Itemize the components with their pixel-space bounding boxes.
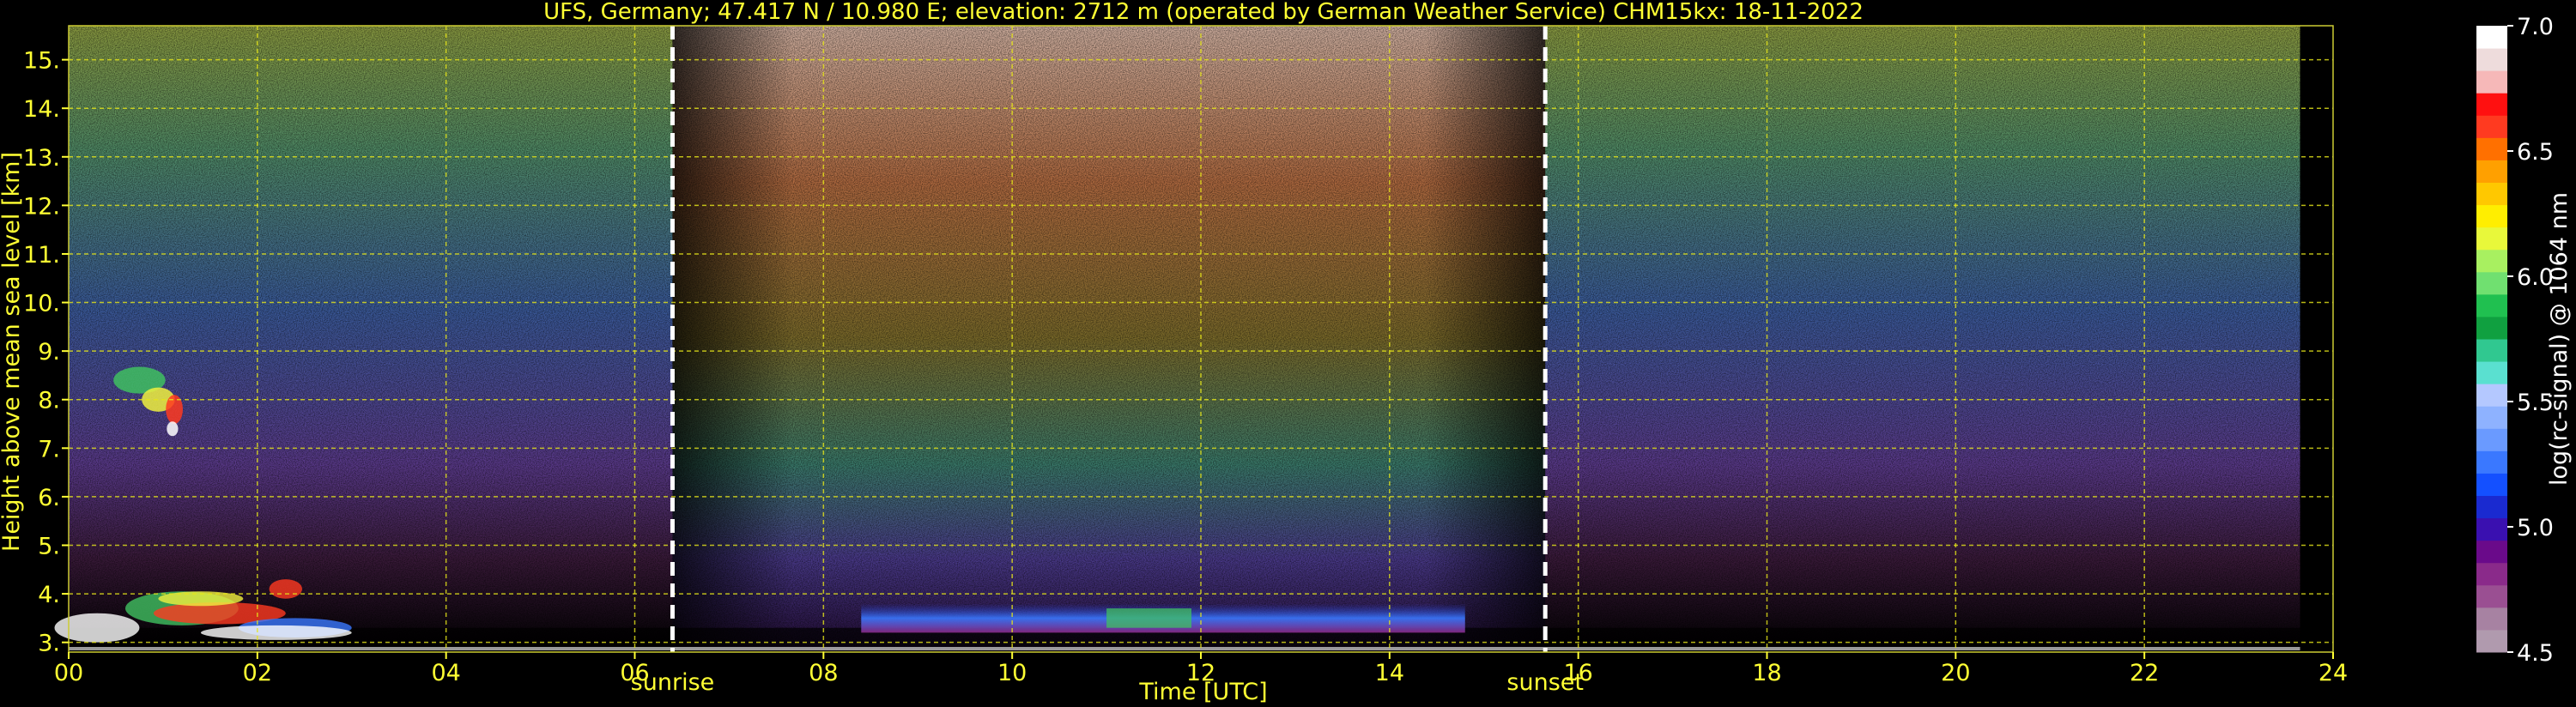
x-tick-label-0: 00 <box>54 660 83 686</box>
x-tick-label-8: 16 <box>1563 660 1592 686</box>
colorbar-tick-label-1: 5.0 <box>2517 515 2554 541</box>
colorbar: 4.55.05.56.06.57.0 <box>2476 14 2554 667</box>
lidar-backscatter-chart: sunrise sunset 00 02 04 06 08 10 12 14 16 18 20 22 24… <box>0 0 2573 705</box>
y-tick-label-4: 7. <box>38 436 60 462</box>
y-tick-label-11: 14. <box>23 96 60 123</box>
colorbar-segment-17 <box>2476 249 2507 273</box>
colorbar-segment-3 <box>2476 562 2507 586</box>
colorbar-tick-label-4: 6.5 <box>2517 139 2554 166</box>
colorbar-segment-11 <box>2476 384 2507 407</box>
y-tick-label-0: 3. <box>38 631 60 657</box>
colorbar-segment-15 <box>2476 293 2507 317</box>
colorbar-segment-19 <box>2476 204 2507 228</box>
x-tick-label-10: 20 <box>1941 660 1970 686</box>
colorbar-segment-10 <box>2476 406 2507 429</box>
colorbar-segment-8 <box>2476 450 2507 474</box>
y-tick-label-8: 11. <box>23 242 60 269</box>
colorbar-tick-label-5: 7.0 <box>2517 14 2554 40</box>
signal-noise <box>69 26 2300 652</box>
colorbar-segment-1 <box>2476 607 2507 631</box>
colorbar-segment-25 <box>2476 70 2507 94</box>
x-tick-label-11: 22 <box>2130 660 2159 686</box>
colorbar-segment-6 <box>2476 495 2507 519</box>
colorbar-segment-27 <box>2476 26 2507 49</box>
colorbar-segment-9 <box>2476 428 2507 451</box>
x-tick-label-5: 10 <box>997 660 1027 686</box>
y-tick-label-2: 5. <box>38 534 60 560</box>
ground-signal-line <box>69 647 2300 650</box>
chart-title: UFS, Germany; 47.417 N / 10.980 E; eleva… <box>543 0 1864 25</box>
x-tick-label-4: 08 <box>809 660 838 686</box>
x-tick-label-1: 02 <box>243 660 272 686</box>
ground-aerosol-6 <box>269 579 303 599</box>
colorbar-segment-20 <box>2476 182 2507 206</box>
no-data-region <box>2300 26 2333 652</box>
x-tick-label-9: 18 <box>1752 660 1781 686</box>
y-tick-label-3: 6. <box>38 485 60 511</box>
colorbar-segment-23 <box>2476 115 2507 138</box>
y-tick-label-10: 13. <box>23 145 60 172</box>
y-tick-label-6: 9. <box>38 339 60 366</box>
colorbar-segment-18 <box>2476 227 2507 251</box>
colorbar-segment-12 <box>2476 361 2507 384</box>
colorbar-segment-16 <box>2476 271 2507 295</box>
colorbar-segment-2 <box>2476 584 2507 608</box>
colorbar-segment-7 <box>2476 473 2507 496</box>
colorbar-segment-13 <box>2476 339 2507 362</box>
y-tick-label-1: 4. <box>38 582 60 608</box>
colorbar-segment-4 <box>2476 540 2507 564</box>
cloud-patch-3 <box>167 421 179 437</box>
colorbar-segment-0 <box>2476 629 2507 653</box>
x-tick-label-7: 14 <box>1375 660 1404 686</box>
y-tick-label-7: 10. <box>23 291 60 317</box>
colorbar-label: log(rc-signal) @ 1064 nm <box>2546 192 2573 486</box>
colorbar-segment-26 <box>2476 48 2507 71</box>
colorbar-segment-14 <box>2476 316 2507 340</box>
ground-aerosol-0 <box>54 613 140 643</box>
colorbar-tick-label-0: 4.5 <box>2517 640 2554 667</box>
x-tick-label-12: 24 <box>2318 660 2348 686</box>
y-tick-label-5: 8. <box>38 388 60 414</box>
colorbar-segment-24 <box>2476 93 2507 116</box>
y-tick-label-9: 12. <box>23 193 60 220</box>
ground-aerosol-5 <box>200 625 352 640</box>
boundary-layer-core <box>1106 608 1192 628</box>
colorbar-segment-5 <box>2476 517 2507 541</box>
y-tick-label-12: 15. <box>23 48 60 75</box>
x-tick-label-2: 04 <box>431 660 460 686</box>
x-axis-label: Time [UTC] <box>1138 679 1267 705</box>
y-axis-label: Height above mean sea level [km] <box>0 152 25 552</box>
x-tick-label-3: 06 <box>620 660 649 686</box>
colorbar-segment-22 <box>2476 137 2507 160</box>
colorbar-segment-21 <box>2476 160 2507 183</box>
